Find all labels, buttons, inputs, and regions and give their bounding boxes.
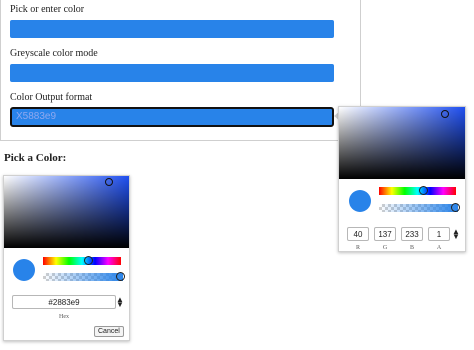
green-input[interactable]: 137 bbox=[374, 227, 396, 241]
alpha-label: A bbox=[436, 245, 442, 251]
greyscale-color-input[interactable] bbox=[10, 64, 334, 82]
sv-handle[interactable] bbox=[105, 178, 113, 186]
hue-handle[interactable] bbox=[84, 256, 93, 265]
hue-slider[interactable] bbox=[43, 256, 121, 265]
output-format-label: Color Output format bbox=[10, 92, 93, 103]
blue-input[interactable]: 233 bbox=[401, 227, 423, 241]
up-down-arrows-icon[interactable]: ▲ ▼ bbox=[116, 296, 124, 309]
saturation-value-area[interactable] bbox=[4, 176, 129, 248]
hex-input[interactable]: #2883e9 bbox=[12, 295, 116, 309]
pick-color-label: Pick or enter color bbox=[10, 4, 85, 15]
blue-label: B bbox=[409, 245, 414, 251]
color-settings-panel: Pick or enter color Greyscale color mode… bbox=[0, 0, 361, 141]
green-label: G bbox=[382, 245, 388, 251]
saturation-value-area[interactable] bbox=[339, 107, 465, 179]
hex-label: Hex bbox=[59, 314, 69, 320]
hue-slider[interactable] bbox=[379, 186, 456, 195]
sv-handle[interactable] bbox=[441, 110, 449, 118]
color-preview bbox=[349, 190, 371, 212]
alpha-input[interactable]: 1 bbox=[428, 227, 450, 241]
alpha-slider[interactable] bbox=[43, 272, 125, 281]
up-down-arrows-icon[interactable]: ▲ ▼ bbox=[452, 228, 460, 241]
section-heading: Pick a Color: bbox=[4, 152, 67, 164]
alpha-handle[interactable] bbox=[116, 272, 125, 281]
output-format-input[interactable]: X5883e9 bbox=[10, 107, 334, 127]
pick-color-input[interactable] bbox=[10, 20, 334, 38]
popup-color-picker: 40 137 233 1 ▲ ▼ R G B A bbox=[338, 106, 466, 252]
inline-color-picker: #2883e9 ▲ ▼ Hex Cancel bbox=[3, 175, 130, 341]
alpha-handle[interactable] bbox=[451, 203, 460, 212]
hue-handle[interactable] bbox=[419, 186, 428, 195]
color-preview bbox=[13, 259, 35, 281]
alpha-slider[interactable] bbox=[379, 203, 460, 212]
red-input[interactable]: 40 bbox=[347, 227, 369, 241]
cancel-button[interactable]: Cancel bbox=[94, 326, 124, 337]
output-format-value: X5883e9 bbox=[16, 111, 57, 122]
red-label: R bbox=[355, 245, 360, 251]
greyscale-label: Greyscale color mode bbox=[10, 48, 98, 59]
